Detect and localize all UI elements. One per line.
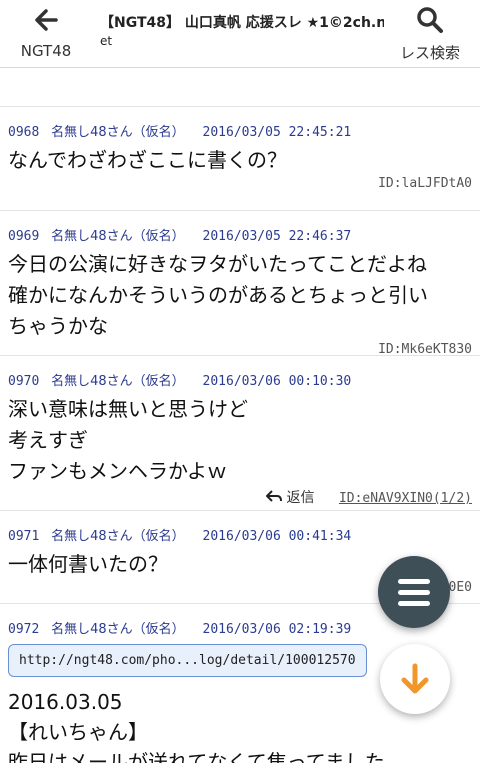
thread-title-line2: et (100, 34, 113, 48)
arrow-left-icon (35, 9, 58, 31)
reply-icon (266, 490, 283, 502)
post-author: 名無し48さん（仮名） (51, 229, 185, 244)
thread-title: 【NGT48】 山口真帆 応援スレ ★1©2ch.n et (100, 14, 384, 56)
reply-label: 返信 (286, 490, 315, 506)
post-header: 0970 名無し48さん（仮名） 2016/03/06 00:10:30 (8, 370, 472, 390)
app-header: NGT48 【NGT48】 山口真帆 応援スレ ★1©2ch.n et レス検索 (0, 0, 480, 68)
post-number[interactable]: 0970 (8, 374, 39, 389)
post-number[interactable]: 0968 (8, 125, 39, 140)
post-body: 今日の公演に好きなヲタがいたってことだよね 確かになんかそういうのがあるとちょっ… (8, 249, 472, 342)
post-id: 0E0 (448, 580, 472, 595)
post-author: 名無し48さん（仮名） (51, 622, 185, 637)
post-footer: 返信 ID:eNAV9XIN0(1/2) (8, 487, 472, 511)
search-label: レス検索 (399, 44, 460, 62)
post-line: 確かになんかそういうのがあるとちょっと引い (8, 283, 428, 307)
post-header: 0971 名無し48さん（仮名） 2016/03/06 00:41:34 (8, 525, 472, 545)
post-author: 名無し48さん（仮名） (51, 529, 185, 544)
post-id-link[interactable]: ID:eNAV9XIN0(1/2) (339, 491, 472, 506)
post-line: ファンもメンヘラかよｗ (8, 459, 227, 483)
post-header: 0969 名無し48さん（仮名） 2016/03/05 22:46:37 (8, 225, 472, 245)
post-line: なんでわざわざここに書くの？ (8, 148, 287, 172)
post-item: 0970 名無し48さん（仮名） 2016/03/06 00:10:30 深い意… (0, 356, 480, 511)
link-url-button[interactable]: http://ngt48.com/pho...log/detail/100012… (8, 644, 367, 677)
post-date: 2016/03/05 22:46:37 (202, 229, 352, 244)
post-number[interactable]: 0972 (8, 622, 39, 637)
post-footer: ID:laLJFDtA0 (8, 176, 472, 200)
menu-button[interactable] (378, 556, 450, 628)
post-line: 【れいちゃん】 (8, 720, 148, 744)
list-top-spacer (0, 68, 480, 107)
reply-button[interactable]: 返信 (266, 490, 319, 506)
thread-title-line1: 【NGT48】 山口真帆 応援スレ ★1©2ch.n (100, 15, 384, 31)
post-author: 名無し48さん（仮名） (51, 125, 185, 140)
back-label: NGT48 (20, 42, 72, 60)
post-number[interactable]: 0971 (8, 529, 39, 544)
post-body: なんでわざわざここに書くの？ (8, 145, 472, 176)
post-item: 0968 名無し48さん（仮名） 2016/03/05 22:45:21 なんで… (0, 107, 480, 211)
post-item: 0969 名無し48さん（仮名） 2016/03/05 22:46:37 今日の… (0, 211, 480, 357)
post-date: 2016/03/06 00:41:34 (202, 529, 352, 544)
post-date: 2016/03/06 02:19:39 (202, 622, 352, 637)
post-id: ID:Mk6eKT830 (378, 342, 472, 357)
post-author: 名無し48さん（仮名） (51, 374, 185, 389)
post-id: ID:laLJFDtA0 (378, 176, 472, 191)
post-line: ちゃうかな (8, 314, 108, 338)
post-date: 2016/03/05 22:45:21 (202, 125, 352, 140)
post-header: 0968 名無し48さん（仮名） 2016/03/05 22:45:21 (8, 121, 472, 141)
arrow-down-icon (401, 663, 429, 694)
scroll-down-button[interactable] (380, 644, 450, 714)
post-line: 深い意味は無いと思うけど (8, 397, 248, 421)
post-date: 2016/03/06 00:10:30 (202, 374, 352, 389)
post-body: 深い意味は無いと思うけど 考えすぎ ファンもメンヘラかよｗ (8, 394, 472, 487)
post-line: 昨日はメールが送れてなくて焦ってました (8, 750, 385, 763)
search-button[interactable]: レス検索 (392, 6, 468, 63)
search-icon (417, 7, 443, 33)
back-button[interactable]: NGT48 (14, 6, 78, 60)
post-line: 今日の公演に好きなヲタがいたってことだよね (8, 252, 427, 276)
post-number[interactable]: 0969 (8, 229, 39, 244)
post-line: 考えすぎ (8, 428, 88, 452)
